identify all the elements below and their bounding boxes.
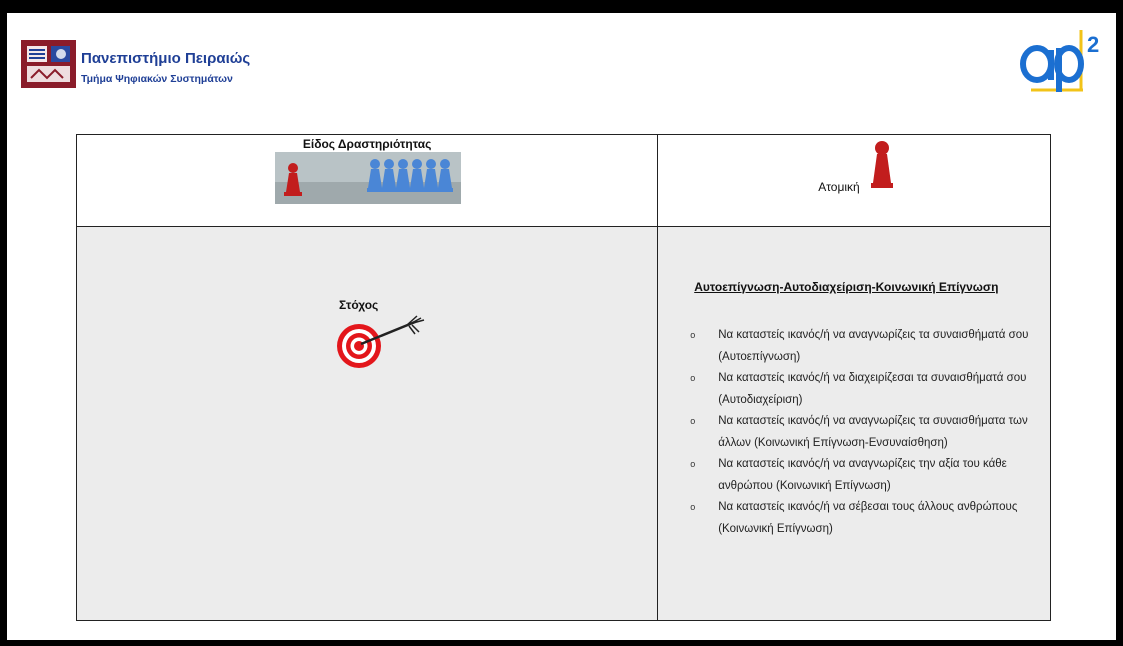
list-item: o Να καταστείς ικανός/ή να αναγνωρίζεις τ…: [688, 325, 1033, 368]
objectives-cell: Αυτοεπίγνωση-Αυτοδιαχείριση-Κοινωνική Επ…: [657, 226, 1051, 621]
goal-cell: Στόχος: [75, 226, 659, 621]
bullet: o: [690, 373, 696, 383]
list-item: o Να καταστείς ικανός/ή να αναγνωρίζεις τ…: [688, 454, 1033, 497]
list-item: o Να καταστείς ικανός/ή να διαχειρίζεσαι…: [688, 368, 1033, 411]
university-crest-icon: [21, 40, 76, 88]
bullet: o: [690, 502, 696, 512]
activity-table: Είδος Δραστηριότητας Ατομική Στόχος Αυτο…: [75, 134, 1051, 621]
bullet: o: [690, 459, 696, 469]
activity-type-heading: Είδος Δραστηριότητας: [302, 137, 432, 151]
university-name: Πανεπιστήμιο Πειραιώς: [81, 50, 251, 67]
red-pawn-vs-blue-pawns-icon: [275, 152, 461, 204]
red-pawn-icon: [871, 141, 894, 188]
apt2-logo: 2: [1020, 30, 1099, 92]
target-arrow-icon: [337, 315, 425, 368]
objectives-heading: Αυτοεπίγνωση-Αυτοδιαχείριση-Κοινωνική Επ…: [694, 280, 999, 294]
bullet: o: [690, 330, 696, 340]
svg-text:2: 2: [1087, 32, 1099, 57]
activity-type-value: Ατομική: [818, 180, 860, 194]
objectives-list: o Να καταστείς ικανός/ή να αναγνωρίζεις τ…: [688, 325, 1033, 540]
header: Πανεπιστήμιο Πειραιώς Τμήμα Ψηφιακών Συσ…: [7, 13, 1116, 108]
department-name: Τμήμα Ψηφιακών Συστημάτων: [81, 73, 233, 85]
bullet: o: [690, 416, 696, 426]
goal-label: Στόχος: [339, 298, 379, 312]
activity-type-cell: Είδος Δραστηριότητας: [75, 134, 659, 227]
activity-value-cell: Ατομική: [657, 134, 1051, 227]
document-page: Πανεπιστήμιο Πειραιώς Τμήμα Ψηφιακών Συσ…: [7, 13, 1116, 640]
list-item: o Να καταστείς ικανός/ή να αναγνωρίζεις τ…: [688, 411, 1033, 454]
list-item: o Να καταστείς ικανός/ή να σέβεσαι τους ά…: [688, 497, 1033, 540]
